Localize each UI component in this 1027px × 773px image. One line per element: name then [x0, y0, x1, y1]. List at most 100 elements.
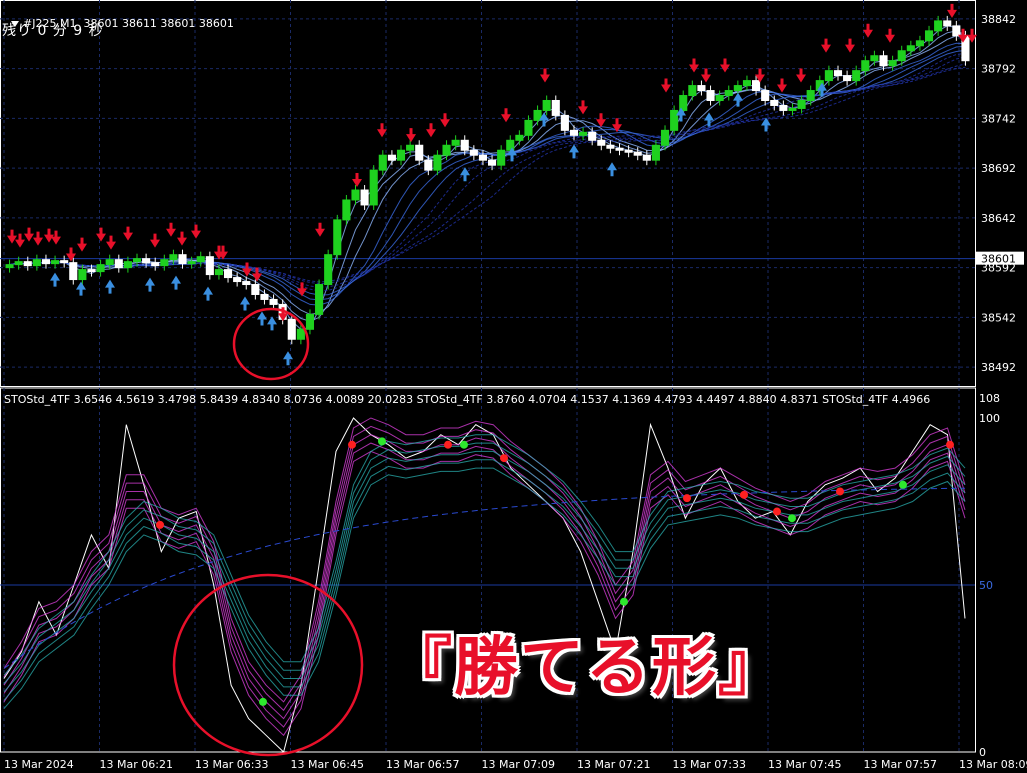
- buy-arrow-icon: [704, 112, 714, 127]
- red-signal-dot: [740, 490, 748, 499]
- time-tick-label: 13 Mar 07:09: [482, 758, 555, 771]
- candle-body: [369, 169, 378, 206]
- buy-arrow-icon: [240, 296, 250, 311]
- candle-body: [151, 262, 160, 267]
- candle-body: [78, 269, 87, 281]
- candle-body: [870, 55, 879, 62]
- candle-body: [87, 269, 96, 273]
- bar-countdown: 残り 0 分 9 秒: [2, 23, 104, 39]
- candle-body: [670, 109, 679, 131]
- candle-body: [260, 293, 269, 300]
- red-signal-dot: [444, 440, 452, 449]
- ohlc-values: 38601 38611 38601 38601: [83, 17, 234, 30]
- time-tick-label: 13 Mar 07:45: [768, 758, 841, 771]
- candle-body: [424, 159, 433, 171]
- buy-arrow-icon: [105, 279, 115, 294]
- candle-body: [178, 254, 187, 265]
- price-tick-label: 38742: [981, 112, 1016, 125]
- candle-body: [406, 144, 415, 151]
- sell-arrow-icon: [51, 230, 61, 245]
- candle-body: [952, 25, 961, 37]
- candle-body: [23, 261, 32, 267]
- sell-arrow-icon: [501, 108, 511, 123]
- time-tick-label: 13 Mar 07:33: [673, 758, 746, 771]
- red-signal-dot: [683, 494, 691, 503]
- sell-arrow-icon: [191, 224, 201, 239]
- price-tick-label: 38792: [981, 63, 1016, 76]
- candle-body: [269, 298, 278, 305]
- candle-body: [797, 99, 806, 109]
- sell-arrow-icon: [297, 282, 307, 297]
- candle-body: [560, 114, 569, 131]
- price-tick-label: 38542: [981, 311, 1016, 324]
- candle-body: [132, 258, 142, 263]
- candle-body: [915, 40, 924, 47]
- red-signal-dot: [773, 507, 781, 516]
- sell-arrow-icon: [406, 128, 416, 143]
- candle-body: [806, 90, 815, 101]
- candle-body: [742, 80, 752, 87]
- candle-body: [551, 99, 560, 116]
- indicator-tick-label: 0: [979, 746, 986, 759]
- candle-body: [715, 95, 724, 101]
- candle-body: [433, 154, 442, 171]
- candle-body: [287, 318, 296, 340]
- candle-body: [251, 284, 260, 295]
- candle-body: [305, 313, 315, 330]
- candle-body: [223, 269, 233, 279]
- red-signal-dot: [500, 454, 508, 463]
- buy-arrow-icon: [145, 277, 155, 292]
- candle-body: [5, 264, 14, 269]
- candle-body: [351, 189, 360, 201]
- sell-arrow-icon: [661, 78, 671, 93]
- indicator-header: STOStd_4TF 3.6546 4.5619 3.4798 5.8439 4…: [4, 393, 931, 406]
- candle-body: [651, 144, 660, 161]
- sell-arrow-icon: [796, 68, 806, 83]
- green-signal-dot: [460, 440, 468, 449]
- sell-arrow-icon: [777, 78, 787, 93]
- sell-arrow-icon: [106, 235, 116, 250]
- red-signal-dot: [836, 487, 844, 496]
- sell-arrow-icon: [123, 226, 133, 241]
- candle-body: [569, 129, 579, 136]
- price-tick-label: 38642: [981, 212, 1016, 225]
- candle-body: [478, 154, 488, 161]
- sell-arrow-icon: [947, 3, 957, 18]
- candle-body: [843, 75, 852, 82]
- candle-body: [660, 129, 670, 146]
- green-signal-dot: [378, 437, 386, 446]
- candle-body: [160, 259, 169, 267]
- price-tick-label: 38492: [981, 361, 1016, 374]
- candle-body: [460, 139, 469, 151]
- candle-body: [296, 328, 305, 340]
- candle-body: [14, 261, 23, 266]
- sell-arrow-icon: [66, 247, 76, 262]
- candle-body: [697, 85, 706, 92]
- candle-body: [633, 151, 642, 156]
- candle-body: [515, 134, 524, 141]
- candle-body: [387, 154, 396, 161]
- candle-body: [242, 281, 251, 286]
- sell-arrow-icon: [845, 38, 855, 53]
- price-tick-label: 38692: [981, 162, 1016, 175]
- candle-body: [824, 70, 833, 82]
- time-tick-label: 13 Mar 2024: [4, 758, 74, 771]
- candle-body: [897, 50, 906, 62]
- sell-arrow-icon: [689, 58, 699, 73]
- candle-body: [169, 254, 178, 261]
- sell-arrow-icon: [352, 172, 362, 187]
- candle-body: [396, 149, 406, 161]
- sell-arrow-icon: [377, 123, 387, 138]
- candle-body: [378, 154, 387, 171]
- candle-body: [688, 85, 697, 97]
- candle-body: [196, 256, 205, 263]
- candle-body: [32, 259, 41, 267]
- candle-body: [105, 259, 114, 266]
- candle-body: [724, 90, 733, 97]
- candle-body: [451, 139, 460, 146]
- candle-body: [315, 284, 324, 315]
- candle-body: [469, 149, 478, 156]
- candle-body: [123, 261, 132, 269]
- candle-body: [542, 99, 551, 111]
- candle-body: [324, 254, 333, 286]
